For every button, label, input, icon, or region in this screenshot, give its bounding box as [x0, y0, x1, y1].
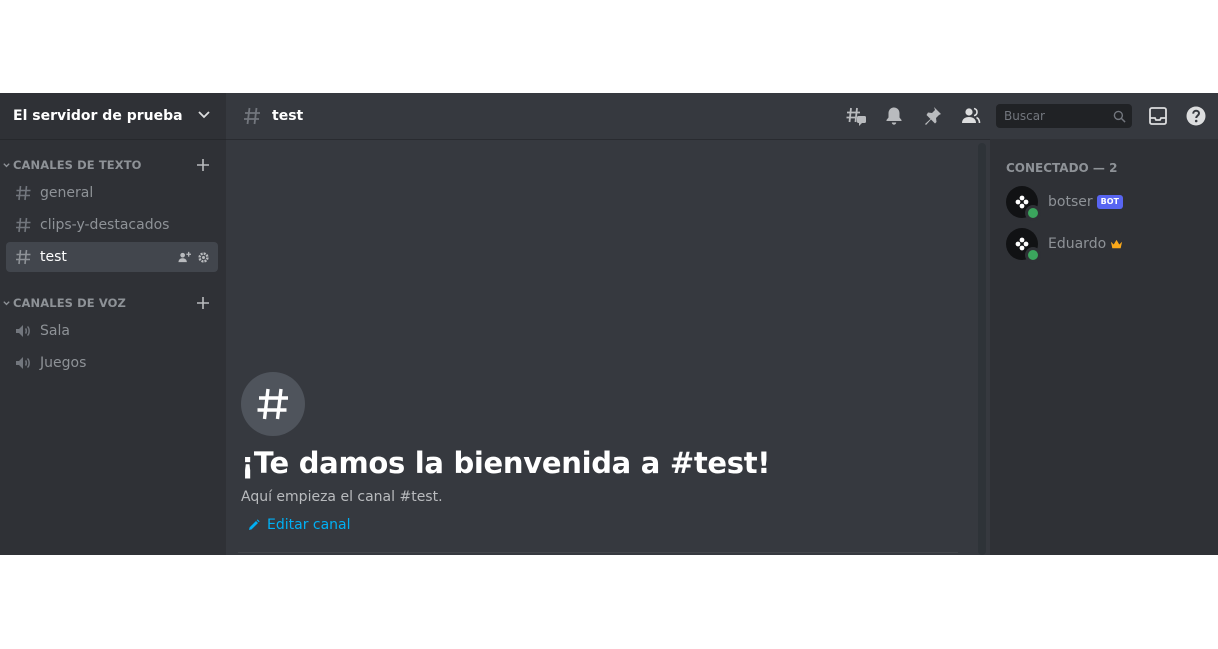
- server-name: El servidor de prueba: [13, 108, 183, 124]
- search-box[interactable]: [996, 104, 1132, 128]
- speaker-icon: [14, 354, 32, 372]
- channel-title: test: [272, 108, 304, 124]
- channel-clips-y-destacados[interactable]: clips-y-destacados: [6, 210, 218, 240]
- add-channel-icon[interactable]: [196, 158, 210, 172]
- member-group-header: CONECTADO — 2: [1006, 161, 1118, 175]
- welcome-subtitle: Aquí empieza el canal #test.: [241, 489, 443, 505]
- member-name: botser: [1048, 194, 1093, 210]
- search-input[interactable]: [1002, 108, 1113, 124]
- chevron-down-icon: [3, 162, 10, 167]
- category-text-channels[interactable]: CANALES DE TEXTO: [0, 153, 226, 177]
- chevron-down-icon: [3, 300, 10, 305]
- content-row: ¡Te damos la bienvenida a #test! Aquí em…: [226, 139, 1218, 555]
- category-voice-channels[interactable]: CANALES DE VOZ: [0, 291, 226, 315]
- member-botser[interactable]: botser BOT: [990, 181, 1218, 223]
- edit-channel-label: Editar canal: [267, 517, 351, 533]
- member-list-icon[interactable]: [958, 104, 982, 128]
- channel-label: clips-y-destacados: [40, 217, 170, 233]
- channel-label: general: [40, 185, 94, 201]
- speaker-icon: [14, 322, 32, 340]
- category-label: CANALES DE VOZ: [13, 296, 126, 310]
- member-name: Eduardo: [1048, 236, 1107, 252]
- channel-welcome: ¡Te damos la bienvenida a #test! Aquí em…: [241, 372, 771, 533]
- avatar: [1006, 228, 1041, 263]
- bell-icon[interactable]: [882, 104, 906, 128]
- voice-channel-sala[interactable]: Sala: [6, 316, 218, 346]
- online-status-dot: [1025, 247, 1041, 263]
- chat-area: ¡Te damos la bienvenida a #test! Aquí em…: [226, 139, 990, 555]
- bot-badge: BOT: [1096, 195, 1123, 209]
- hash-icon: [14, 216, 32, 234]
- member-list: CONECTADO — 2 botser BOT Eduardo: [990, 139, 1218, 555]
- voice-channel-juegos[interactable]: Juegos: [6, 348, 218, 378]
- pin-icon[interactable]: [920, 104, 944, 128]
- invite-member-icon[interactable]: [178, 251, 191, 264]
- gear-icon[interactable]: [197, 251, 210, 264]
- add-channel-icon[interactable]: [196, 296, 210, 310]
- welcome-title: ¡Te damos la bienvenida a #test!: [241, 446, 771, 480]
- main-area: test Buscar ¡Te damos la bienvenida a #t…: [226, 93, 1218, 555]
- crown-icon: [1111, 239, 1123, 248]
- channel-sidebar: El servidor de prueba CANALES DE TEXTO g…: [0, 93, 226, 555]
- inbox-icon[interactable]: [1146, 104, 1170, 128]
- search-icon: [1113, 110, 1126, 123]
- channel-header: test: [226, 93, 1218, 139]
- help-icon[interactable]: [1184, 104, 1208, 128]
- edit-channel-link[interactable]: Editar canal: [248, 517, 770, 533]
- pencil-icon: [249, 519, 260, 530]
- threads-icon[interactable]: [844, 104, 868, 128]
- message-list: ¡Te damos la bienvenida a #test! Aquí em…: [226, 139, 978, 555]
- server-header[interactable]: El servidor de prueba: [0, 93, 226, 139]
- channel-general[interactable]: general: [6, 178, 218, 208]
- channel-test[interactable]: test: [6, 242, 218, 272]
- member-eduardo[interactable]: Eduardo: [990, 223, 1218, 265]
- hash-icon: [14, 184, 32, 202]
- discord-app: El servidor de prueba CANALES DE TEXTO g…: [0, 93, 1218, 555]
- avatar: [1006, 186, 1041, 221]
- hash-icon: [244, 107, 260, 125]
- channel-label: Sala: [40, 323, 70, 339]
- hash-icon: [241, 372, 305, 436]
- hash-icon: [14, 248, 32, 266]
- online-status-dot: [1025, 205, 1041, 221]
- category-label: CANALES DE TEXTO: [13, 158, 142, 172]
- channel-label: Juegos: [40, 355, 87, 371]
- divider: [238, 552, 958, 553]
- chevron-down-icon: [196, 106, 212, 126]
- scrollbar[interactable]: [978, 143, 986, 555]
- channel-label: test: [40, 249, 67, 265]
